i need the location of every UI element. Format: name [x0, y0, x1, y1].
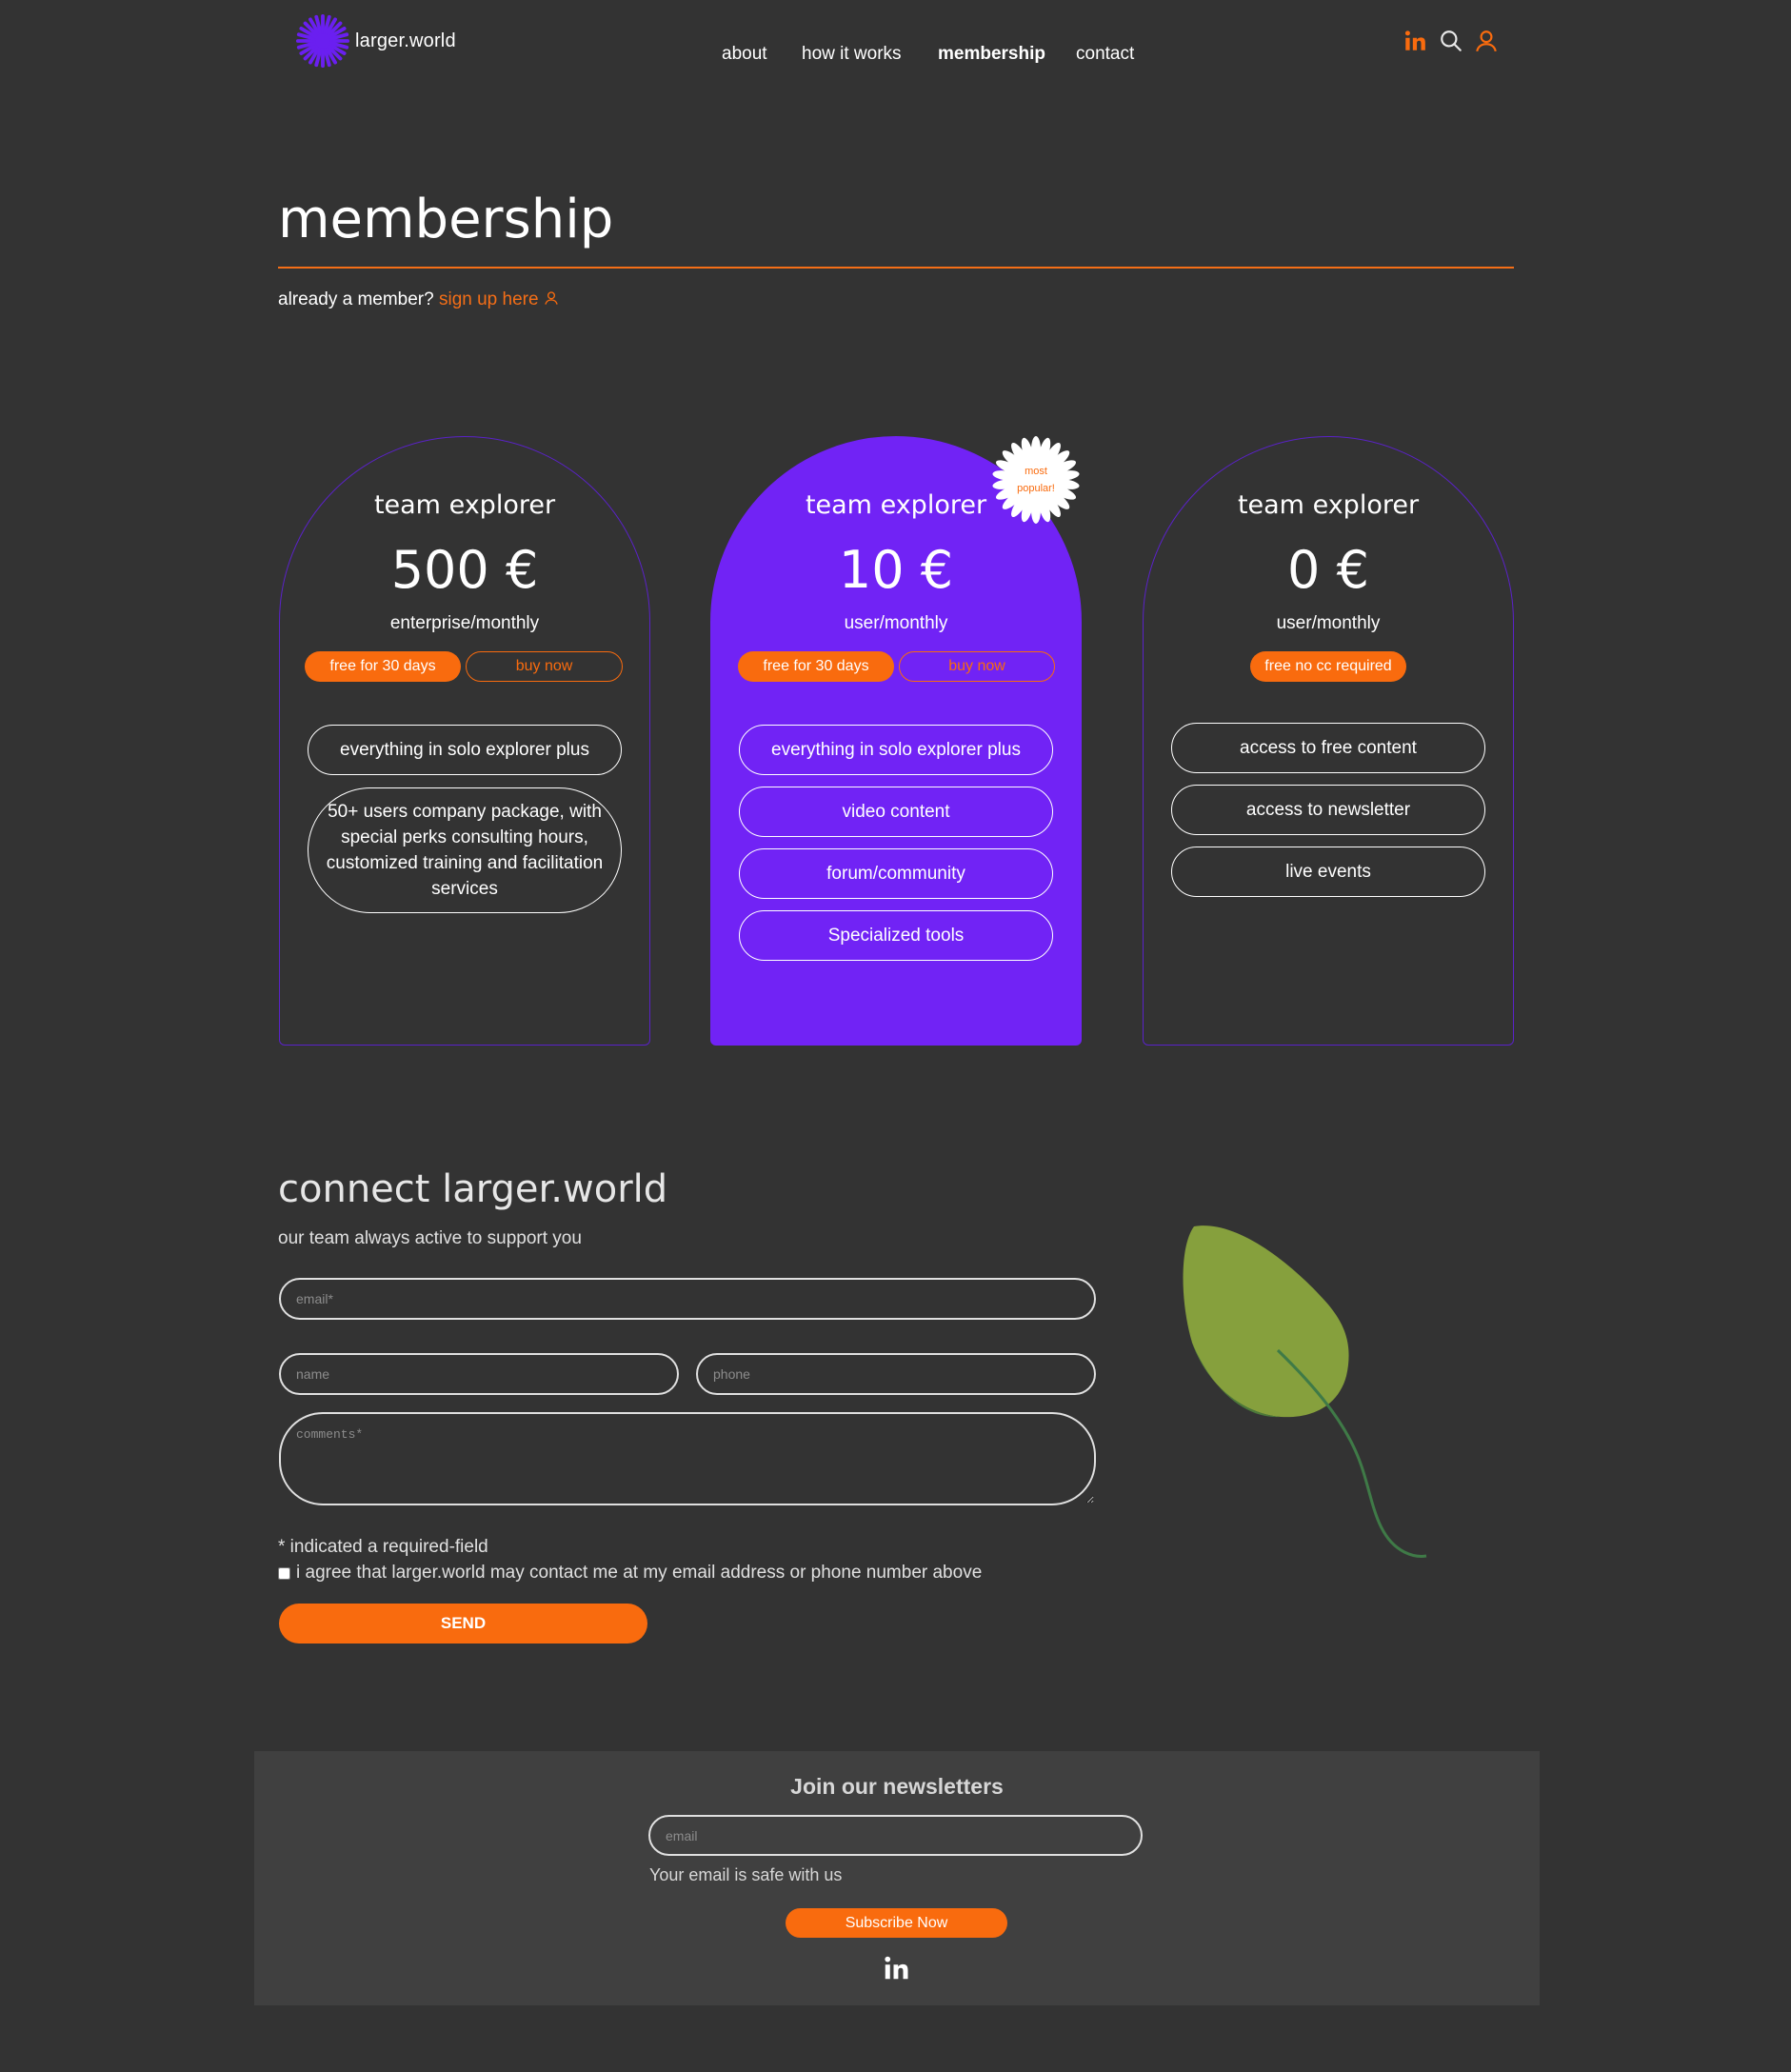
title-divider: [278, 267, 1514, 269]
required-note: * indicated a required-field: [278, 1537, 488, 1557]
newsletter-safe-note: Your email is safe with us: [649, 1865, 843, 1884]
send-button[interactable]: SEND: [279, 1604, 647, 1644]
search-icon[interactable]: [1439, 29, 1463, 53]
nav-contact[interactable]: contact: [1076, 44, 1134, 65]
nav-how-it-works[interactable]: how it works: [802, 44, 902, 65]
plan-feature: access to newsletter: [1171, 785, 1485, 835]
subscribe-button[interactable]: Subscribe Now: [786, 1908, 1007, 1938]
buy-now-button[interactable]: buy now: [899, 651, 1055, 682]
plan-feature: access to free content: [1171, 723, 1485, 773]
leaf-illustration: [1183, 1225, 1427, 1558]
consent-checkbox[interactable]: [278, 1566, 290, 1580]
plan-feature: Specialized tools: [739, 910, 1053, 961]
newsletter-email-field[interactable]: [648, 1815, 1143, 1856]
plan-card-enterprise: team explorer 500 € enterprise/monthly f…: [279, 436, 650, 1046]
member-prompt-text: already a member?: [278, 289, 434, 309]
buy-now-button[interactable]: buy now: [466, 651, 623, 682]
linkedin-icon[interactable]: [1403, 29, 1427, 53]
brand-name[interactable]: larger.world: [355, 30, 456, 52]
connect-title: connect larger.world: [278, 1167, 668, 1211]
user-icon[interactable]: [1474, 29, 1499, 53]
nav-membership[interactable]: membership: [938, 44, 1045, 65]
logo-icon[interactable]: [295, 13, 350, 69]
plan-price: 500 €: [390, 540, 539, 600]
plan-feature: everything in solo explorer plus: [308, 725, 622, 775]
name-field[interactable]: [279, 1353, 679, 1395]
plan-unit: user/monthly: [844, 613, 948, 633]
plan-card-team: team explorer 10 € user/monthly free for…: [710, 436, 1082, 1046]
phone-field[interactable]: [696, 1353, 1096, 1395]
consent-row: i agree that larger.world may contact me…: [278, 1563, 982, 1584]
plan-price: 10 €: [838, 540, 954, 600]
newsletter-section: Join our newsletters Your email is safe …: [254, 1751, 1540, 2005]
plan-price: 0 €: [1287, 540, 1369, 600]
signup-link-label[interactable]: sign up here: [439, 289, 539, 309]
linkedin-icon[interactable]: [882, 1954, 910, 1982]
newsletter-title: Join our newsletters: [790, 1774, 1004, 1799]
member-prompt: already a member? sign up here: [278, 289, 559, 310]
plan-feature: video content: [739, 787, 1053, 837]
badge-label: most popular!: [1017, 466, 1055, 494]
most-popular-badge: most popular!: [992, 436, 1080, 524]
plan-unit: enterprise/monthly: [389, 613, 540, 633]
plan-feature: 50+ users company package, with special …: [308, 787, 622, 913]
free-trial-button[interactable]: free for 30 days: [738, 651, 894, 682]
plan-card-free: team explorer 0 € user/monthly free no c…: [1143, 436, 1514, 1046]
free-trial-button[interactable]: free for 30 days: [305, 651, 461, 682]
connect-subtitle: our team always active to support you: [278, 1228, 582, 1248]
nav-about[interactable]: about: [722, 44, 767, 65]
plan-title: team explorer: [1237, 490, 1420, 520]
consent-label: i agree that larger.world may contact me…: [296, 1563, 983, 1583]
user-icon: [545, 291, 558, 305]
plan-feature: forum/community: [739, 848, 1053, 899]
plan-feature: everything in solo explorer plus: [739, 725, 1053, 775]
plan-unit: user/monthly: [1276, 613, 1381, 633]
comments-field[interactable]: [279, 1412, 1096, 1505]
email-field[interactable]: [279, 1278, 1096, 1320]
free-signup-button[interactable]: free no cc required: [1250, 651, 1406, 682]
plan-title: team explorer: [373, 490, 556, 520]
plan-feature: live events: [1171, 847, 1485, 897]
page-title: membership: [278, 189, 614, 250]
signup-link[interactable]: sign up here: [439, 289, 559, 309]
